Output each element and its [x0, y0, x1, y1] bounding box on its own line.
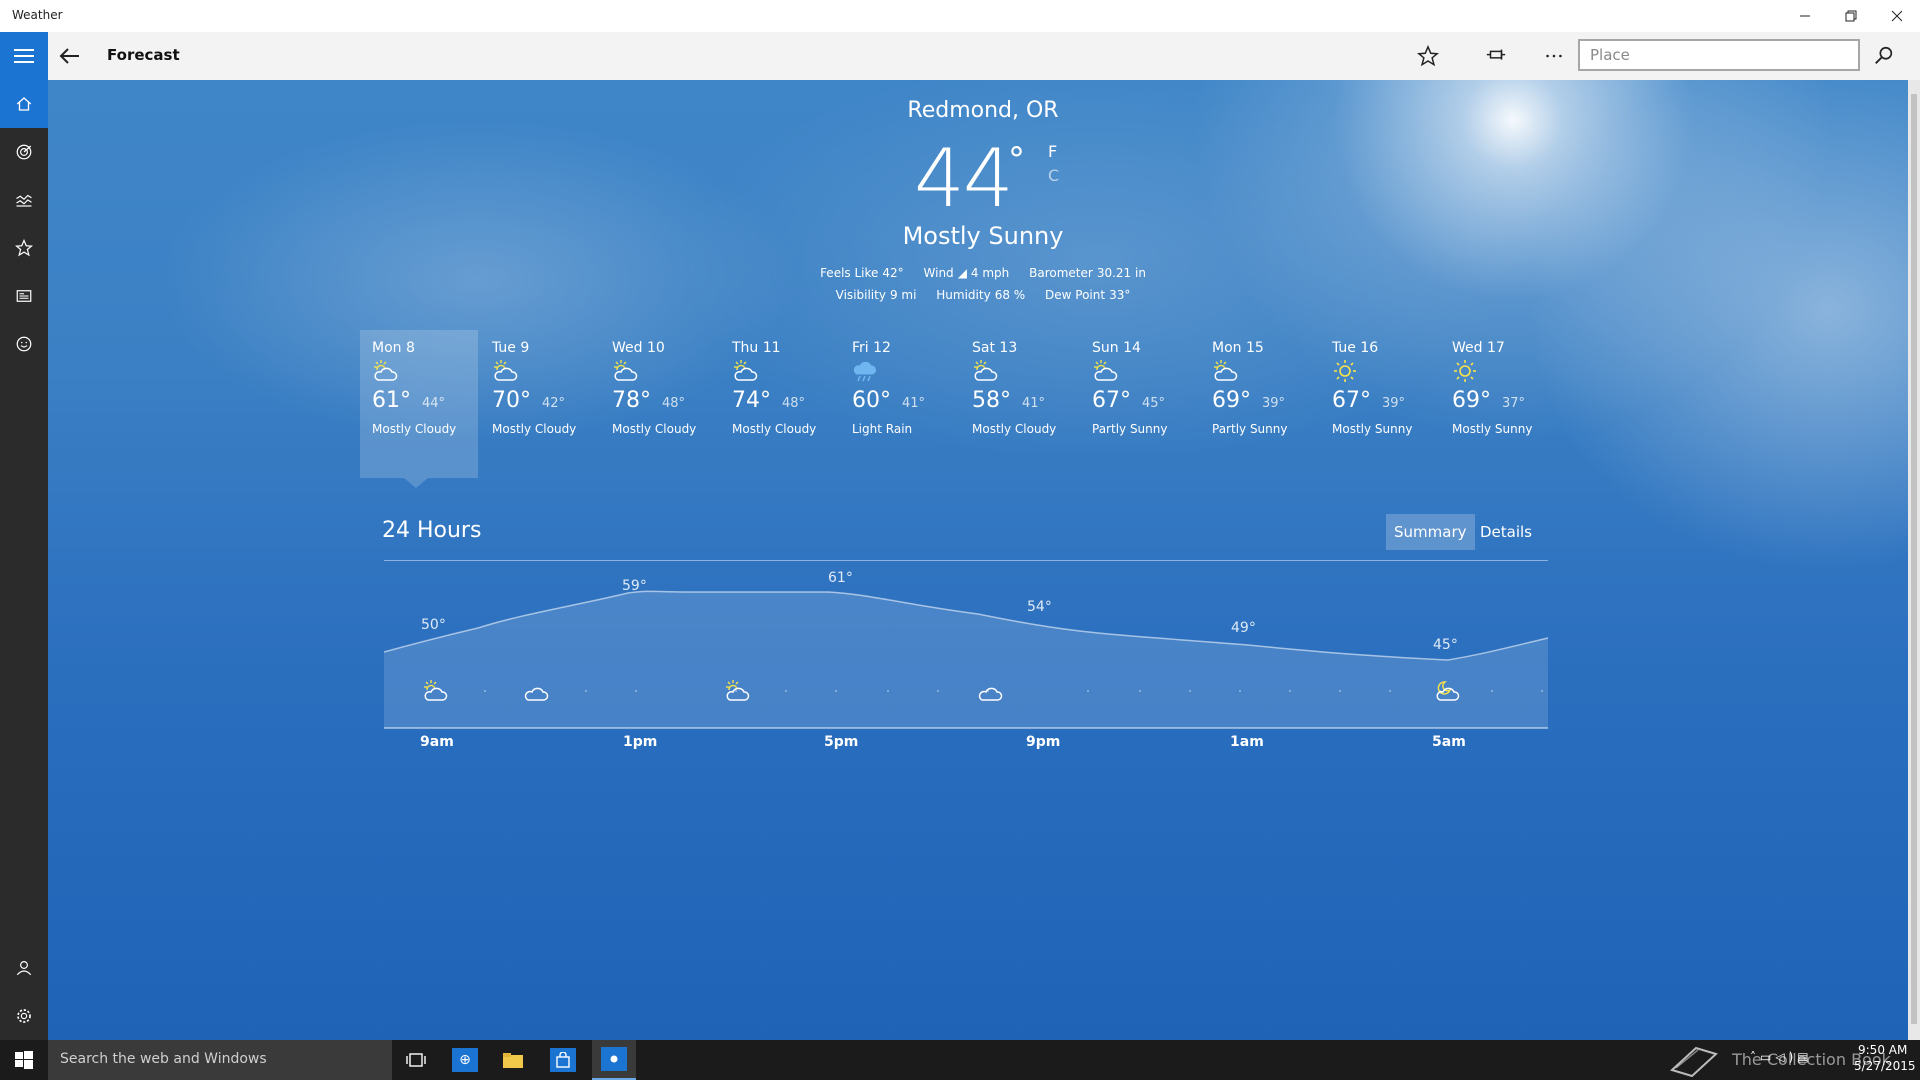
hour-temp-label: 54°: [1027, 599, 1052, 615]
hour-temp-label: 45°: [1433, 637, 1458, 653]
back-button[interactable]: [58, 44, 86, 68]
hour-label: 1pm: [623, 734, 658, 750]
partly-sunny-icon: [726, 680, 750, 701]
historical-weather-icon: [16, 194, 32, 207]
task-view-button[interactable]: [400, 1046, 432, 1074]
task-view-icon: [406, 1053, 426, 1067]
taskbar-search-placeholder: Search the web and Windows: [60, 1051, 267, 1067]
vertical-scrollbar[interactable]: [1908, 80, 1920, 1040]
hour-temp-label: 61°: [828, 570, 853, 586]
volume-icon[interactable]: ◁): [1775, 1050, 1797, 1064]
restore-button[interactable]: [1828, 0, 1874, 32]
minimize-button[interactable]: [1782, 0, 1828, 32]
left-navigation: [0, 80, 48, 1040]
hour-label: 9am: [420, 734, 454, 750]
close-icon: [1891, 10, 1903, 22]
minimize-icon: [1800, 15, 1810, 17]
window-title: Weather: [12, 8, 63, 22]
favorite-button[interactable]: [1414, 42, 1442, 70]
life-icon: [16, 336, 32, 352]
scrollbar-thumb[interactable]: [1911, 94, 1917, 1024]
start-button[interactable]: [0, 1040, 48, 1080]
cloud-icon: [524, 687, 549, 701]
title-bar: Weather: [0, 0, 1920, 32]
more-button[interactable]: [1540, 42, 1568, 70]
weather-app-taskbar-button[interactable]: [592, 1040, 636, 1080]
nav-item-settings[interactable]: [0, 992, 48, 1040]
system-tray-icons[interactable]: ˄▭◁)▤: [1750, 1050, 1813, 1064]
file-explorer-button[interactable]: [500, 1048, 526, 1072]
window-controls: [1782, 0, 1920, 32]
star-icon: [1417, 45, 1439, 67]
command-bar: Forecast: [0, 32, 1920, 80]
nav-item-account[interactable]: [0, 944, 48, 992]
browser-icon: ⊕: [459, 1052, 471, 1068]
nav-item-news[interactable]: [0, 272, 48, 320]
hamburger-icon: [14, 49, 34, 63]
nav-item-maps[interactable]: [0, 128, 48, 176]
hour-temp-label: 50°: [421, 617, 446, 633]
back-arrow-icon: [59, 48, 79, 64]
hourly-temperature-chart: [383, 590, 1549, 729]
page-title: Forecast: [107, 46, 180, 64]
taskbar-search-box[interactable]: Search the web and Windows: [48, 1040, 392, 1080]
pin-icon: [1486, 49, 1506, 60]
weather-sun-icon: [610, 1055, 618, 1063]
nav-item-life[interactable]: [0, 320, 48, 368]
account-icon: [16, 961, 32, 976]
pin-button[interactable]: [1482, 42, 1510, 70]
nav-item-historical[interactable]: [0, 176, 48, 224]
store-button[interactable]: [550, 1048, 576, 1072]
close-button[interactable]: [1874, 0, 1920, 32]
hour-temp-label: 59°: [622, 578, 647, 594]
hour-label: 9pm: [1026, 734, 1061, 750]
taskbar: Search the web and Windows ⊕ The Collect…: [0, 1040, 1920, 1080]
partly-cloudy-night-icon: [1436, 681, 1460, 701]
hour-label: 5am: [1432, 734, 1466, 750]
nav-item-home[interactable]: [0, 80, 48, 128]
cloud-icon: [978, 687, 1003, 701]
edge-browser-button[interactable]: ⊕: [452, 1048, 478, 1072]
favorites-icon: [15, 239, 33, 257]
windows-logo-icon: [15, 1051, 33, 1069]
notifications-icon[interactable]: ▤: [1797, 1050, 1812, 1064]
clock-time[interactable]: 9:50 AM: [1858, 1043, 1907, 1057]
search-button[interactable]: [1870, 42, 1898, 70]
watermark-book-logo: [1668, 1044, 1720, 1078]
hamburger-button[interactable]: [0, 32, 48, 80]
forecast-main: Redmond, OR 44 ° F C Mostly Sunny Feels …: [48, 80, 1908, 1040]
clock-date[interactable]: 5/27/2015: [1854, 1059, 1916, 1073]
hour-label: 1am: [1230, 734, 1264, 750]
radar-icon: [16, 144, 32, 160]
partly-sunny-icon: [424, 680, 448, 701]
search-icon: [1875, 46, 1893, 64]
place-search-input[interactable]: [1578, 39, 1860, 71]
hour-label: 5pm: [824, 734, 859, 750]
store-bag-icon: [556, 1052, 570, 1068]
home-icon: [16, 97, 32, 111]
weather-app-tile: [601, 1047, 627, 1071]
book-icon: [1670, 1046, 1718, 1078]
folder-icon: [503, 1053, 523, 1068]
news-icon: [16, 290, 32, 302]
nav-item-favorites[interactable]: [0, 224, 48, 272]
more-icon: [1546, 54, 1562, 58]
settings-icon: [17, 1009, 31, 1023]
restore-icon: [1845, 10, 1857, 22]
hour-temp-label: 49°: [1231, 620, 1256, 636]
chevron-up-icon[interactable]: ˄: [1750, 1050, 1760, 1064]
network-icon[interactable]: ▭: [1760, 1050, 1775, 1064]
